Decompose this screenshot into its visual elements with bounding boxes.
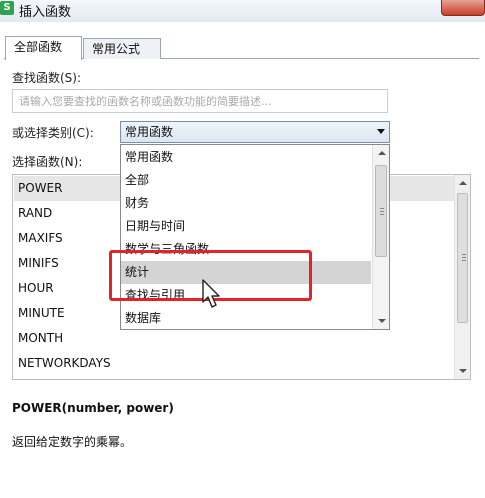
function-description: 返回给定数字的乘幂。 bbox=[12, 435, 133, 449]
category-label: 或选择类别(C): bbox=[12, 126, 94, 140]
scroll-up-icon[interactable] bbox=[378, 151, 386, 155]
category-option-finance[interactable]: 财务 bbox=[121, 192, 371, 215]
scroll-up-icon[interactable] bbox=[459, 181, 467, 185]
tab-common-formulas[interactable]: 常用公式 bbox=[83, 38, 161, 59]
category-option-statistics[interactable]: 统计 bbox=[121, 261, 371, 284]
function-item-month[interactable]: MONTH bbox=[18, 326, 63, 351]
category-option-database[interactable]: 数据库 bbox=[121, 307, 371, 329]
search-input[interactable] bbox=[12, 89, 388, 113]
category-select[interactable]: 常用函数 bbox=[120, 121, 390, 143]
tab-all-functions[interactable]: 全部函数 bbox=[5, 36, 82, 60]
close-button[interactable] bbox=[441, 0, 485, 16]
title-bar: S 插入函数 bbox=[0, 0, 485, 22]
app-icon: S bbox=[0, 1, 14, 15]
scroll-thumb[interactable] bbox=[375, 165, 387, 257]
category-option-lookup[interactable]: 查找与引用 bbox=[121, 284, 371, 307]
scroll-thumb[interactable] bbox=[457, 193, 468, 323]
function-list-scrollbar[interactable] bbox=[454, 175, 470, 379]
category-selected-value: 常用函数 bbox=[125, 125, 174, 139]
category-dropdown[interactable]: 常用函数 全部 财务 日期与时间 数学与三角函数 统计 查找与引用 数据库 bbox=[120, 144, 390, 330]
mouse-cursor-icon bbox=[202, 279, 220, 308]
scroll-down-icon[interactable] bbox=[459, 369, 467, 373]
dropdown-scrollbar[interactable] bbox=[372, 145, 389, 329]
function-item-hour[interactable]: HOUR bbox=[18, 276, 54, 301]
search-label: 查找函数(S): bbox=[12, 71, 82, 85]
category-option-datetime[interactable]: 日期与时间 bbox=[121, 215, 371, 238]
function-item-minifs[interactable]: MINIFS bbox=[18, 251, 59, 276]
function-item-minute[interactable]: MINUTE bbox=[18, 301, 65, 326]
function-item-rand[interactable]: RAND bbox=[18, 201, 52, 226]
function-item-maxifs[interactable]: MAXIFS bbox=[18, 226, 63, 251]
category-option-math[interactable]: 数学与三角函数 bbox=[121, 238, 371, 261]
chevron-down-icon bbox=[377, 129, 385, 134]
function-signature: POWER(number, power) bbox=[12, 401, 174, 415]
category-option-all[interactable]: 全部 bbox=[121, 169, 371, 192]
function-item-networkdays[interactable]: NETWORKDAYS bbox=[18, 351, 111, 376]
category-option-common[interactable]: 常用函数 bbox=[121, 146, 371, 169]
scroll-down-icon[interactable] bbox=[378, 319, 386, 323]
function-list-label: 选择函数(N): bbox=[12, 155, 83, 169]
window-title: 插入函数 bbox=[19, 5, 72, 20]
